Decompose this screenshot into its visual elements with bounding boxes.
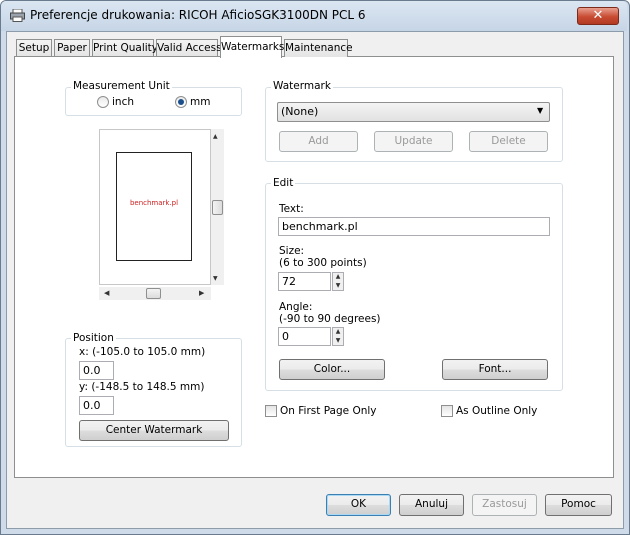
mm-radio[interactable] [175, 96, 187, 108]
add-button[interactable]: Add [279, 131, 358, 152]
edit-legend: Edit [271, 177, 296, 189]
first-page-only-label: On First Page Only [280, 405, 377, 417]
position-legend: Position [71, 332, 116, 344]
angle-input[interactable]: 0 [278, 327, 331, 346]
tab-maintenance[interactable]: Maintenance [284, 39, 353, 57]
scroll-up-icon[interactable]: ▲ [213, 133, 218, 140]
spin-down-icon[interactable]: ▼ [333, 337, 343, 345]
size-input[interactable]: 72 [278, 272, 331, 291]
watermark-select[interactable]: (None) [277, 102, 550, 122]
watermark-selected-value: (None) [281, 105, 319, 118]
text-label: Text: [279, 203, 304, 215]
scroll-down-icon[interactable]: ▼ [213, 275, 218, 282]
window-title: Preferencje drukowania: RICOH AficioSGK3… [30, 8, 366, 22]
close-button[interactable]: ✕ [577, 7, 619, 25]
center-watermark-button[interactable]: Center Watermark [79, 420, 229, 441]
angle-spinner[interactable]: ▲ ▼ [332, 327, 344, 346]
chevron-down-icon[interactable]: ▼ [537, 106, 543, 115]
y-position-input[interactable]: 0.0 [79, 396, 114, 415]
ok-button[interactable]: OK [326, 494, 391, 516]
tab-valid-access[interactable]: Valid Access [156, 39, 222, 57]
size-range-label: (6 to 300 points) [279, 257, 367, 269]
preview-watermark-text: benchmark.pl [129, 199, 179, 207]
tab-paper[interactable]: Paper [54, 39, 90, 57]
delete-button[interactable]: Delete [469, 131, 548, 152]
cancel-button[interactable]: Anuluj [399, 494, 464, 516]
update-button[interactable]: Update [374, 131, 453, 152]
tab-watermarks[interactable]: Watermarks [220, 36, 284, 58]
help-button[interactable]: Pomoc [545, 494, 612, 516]
angle-label: Angle: [279, 301, 313, 313]
tab-print-quality[interactable]: Print Quality [92, 39, 158, 57]
horizontal-scroll-thumb[interactable] [146, 288, 161, 299]
inch-label: inch [112, 96, 134, 108]
y-range-label: y: (-148.5 to 148.5 mm) [79, 381, 205, 393]
printer-icon [10, 9, 25, 22]
x-position-input[interactable]: 0.0 [79, 361, 114, 380]
scroll-right-icon[interactable]: ▶ [199, 289, 204, 297]
spin-up-icon[interactable]: ▲ [333, 328, 343, 336]
vertical-scroll-thumb[interactable] [212, 200, 223, 215]
inch-radio[interactable] [97, 96, 109, 108]
spin-down-icon[interactable]: ▼ [333, 282, 343, 290]
watermark-legend: Watermark [271, 80, 333, 92]
spin-up-icon[interactable]: ▲ [333, 273, 343, 281]
angle-range-label: (-90 to 90 degrees) [279, 313, 381, 325]
x-range-label: x: (-105.0 to 105.0 mm) [79, 346, 206, 358]
outline-only-label: As Outline Only [456, 405, 538, 417]
size-label: Size: [279, 245, 305, 257]
color-button[interactable]: Color... [279, 359, 385, 380]
measurement-unit-legend: Measurement Unit [71, 80, 172, 92]
scroll-left-icon[interactable]: ◀ [104, 289, 109, 297]
size-spinner[interactable]: ▲ ▼ [332, 272, 344, 291]
tab-setup[interactable]: Setup [16, 39, 52, 57]
mm-label: mm [190, 96, 211, 108]
font-button[interactable]: Font... [442, 359, 548, 380]
first-page-only-checkbox[interactable] [265, 405, 277, 417]
watermark-text-input[interactable]: benchmark.pl [278, 217, 550, 236]
outline-only-checkbox[interactable] [441, 405, 453, 417]
apply-button[interactable]: Zastosuj [472, 494, 537, 516]
